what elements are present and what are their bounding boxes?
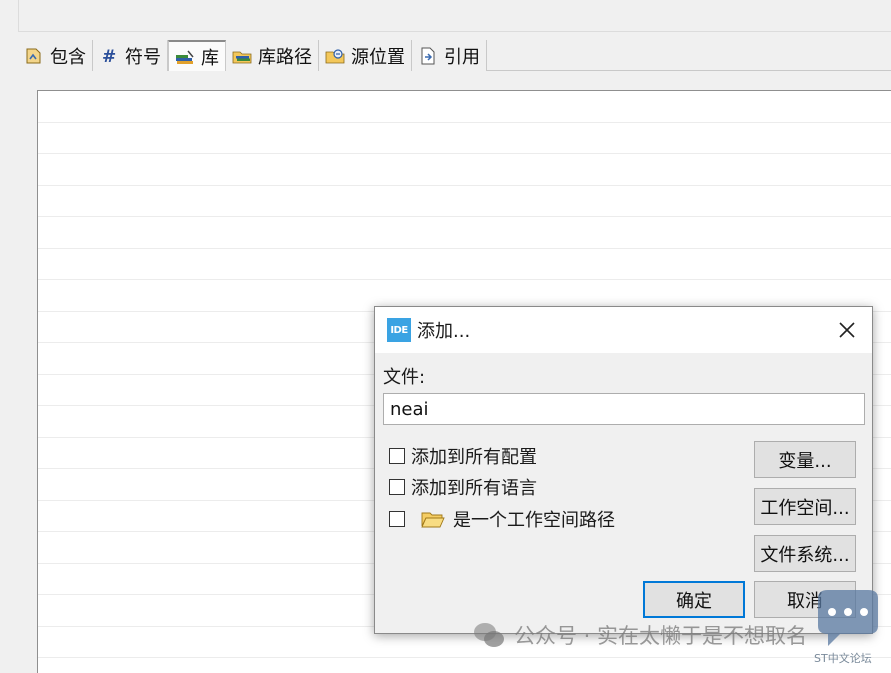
close-icon[interactable] bbox=[834, 317, 860, 343]
add-to-all-configs-checkbox[interactable]: 添加到所有配置 bbox=[389, 443, 537, 469]
ok-button[interactable]: 确定 bbox=[643, 581, 745, 618]
checkbox-box[interactable] bbox=[389, 448, 405, 464]
st-forum-label: ST中文论坛 bbox=[814, 652, 872, 665]
workspace-button[interactable]: 工作空间... bbox=[754, 488, 856, 525]
list-item[interactable] bbox=[38, 658, 891, 673]
wechat-icon bbox=[474, 623, 504, 647]
folder-open-icon bbox=[421, 512, 445, 528]
library-icon bbox=[176, 50, 194, 64]
dialog-title: 添加... bbox=[417, 321, 471, 342]
list-item[interactable] bbox=[38, 154, 891, 186]
reference-icon bbox=[421, 47, 435, 64]
include-icon bbox=[26, 48, 41, 63]
ide-app-icon: IDE bbox=[387, 318, 411, 342]
library-path-icon bbox=[232, 51, 252, 63]
hash-icon: # bbox=[102, 47, 116, 66]
list-item[interactable] bbox=[38, 186, 891, 217]
add-dialog: IDE 添加... 文件: 添加到所有配置 添加到所有语言 是一个工作空间路径 … bbox=[374, 306, 873, 634]
tab-label: 库路径 bbox=[258, 46, 312, 68]
variables-button[interactable]: 变量... bbox=[754, 441, 856, 478]
tab-references[interactable]: 引用 bbox=[412, 40, 487, 71]
list-item[interactable] bbox=[38, 91, 891, 123]
checkbox-label: 添加到所有配置 bbox=[411, 447, 537, 468]
top-toolbar-area bbox=[18, 0, 891, 32]
tab-library-path[interactable]: 库路径 bbox=[226, 40, 319, 71]
tab-include[interactable]: 包含 bbox=[18, 40, 93, 71]
dialog-titlebar[interactable]: IDE 添加... bbox=[375, 307, 872, 353]
tab-label: 符号 bbox=[125, 46, 161, 68]
list-item[interactable] bbox=[38, 123, 891, 154]
checkbox-box[interactable] bbox=[389, 479, 405, 495]
tab-library[interactable]: 库 bbox=[168, 40, 226, 71]
tab-label: 包含 bbox=[50, 46, 86, 68]
add-to-all-languages-checkbox[interactable]: 添加到所有语言 bbox=[389, 474, 537, 500]
checkbox-label: 是一个工作空间路径 bbox=[453, 510, 615, 531]
filesystem-button[interactable]: 文件系统... bbox=[754, 535, 856, 572]
tab-label: 源位置 bbox=[351, 46, 405, 68]
checkbox-label: 添加到所有语言 bbox=[411, 478, 537, 499]
svg-text:#: # bbox=[102, 47, 116, 66]
tab-source-location[interactable]: 源位置 bbox=[319, 40, 412, 71]
tab-label: 库 bbox=[201, 47, 219, 69]
watermark-text: 公众号 · 实在太懒于是不想取名 bbox=[514, 624, 808, 648]
is-workspace-path-checkbox[interactable]: 是一个工作空间路径 bbox=[389, 506, 615, 532]
source-location-icon bbox=[325, 48, 345, 63]
tab-bar: 包含 # 符号 库 库路径 源位置 引用 bbox=[18, 40, 891, 71]
tab-label: 引用 bbox=[444, 46, 480, 68]
file-label: 文件: bbox=[383, 367, 426, 388]
tab-symbols[interactable]: # 符号 bbox=[93, 40, 168, 71]
file-input[interactable] bbox=[383, 393, 865, 425]
list-item[interactable] bbox=[38, 217, 891, 249]
list-item[interactable] bbox=[38, 249, 891, 280]
checkbox-box[interactable] bbox=[389, 511, 405, 527]
watermark: 公众号 · 实在太懒于是不想取名 bbox=[472, 620, 807, 650]
